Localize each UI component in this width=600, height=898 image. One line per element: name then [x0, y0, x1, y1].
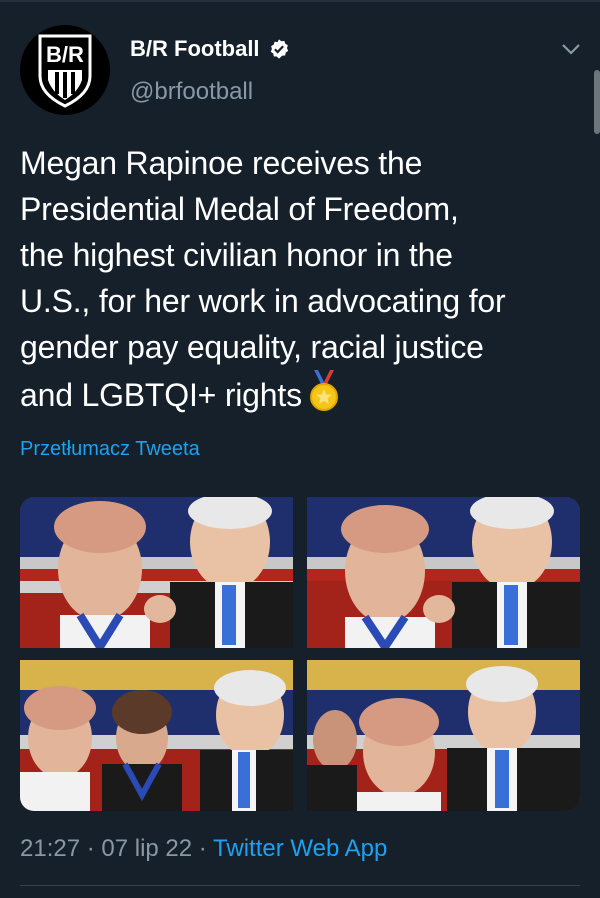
- photo-4-image: [307, 660, 580, 811]
- account-name-row[interactable]: B/R Football: [130, 36, 290, 62]
- meta-separator: ·: [192, 835, 214, 862]
- tweet-text: Megan Rapinoe receives the Presidential …: [20, 140, 595, 418]
- media-grid: [20, 497, 580, 811]
- photo-1[interactable]: [20, 497, 293, 648]
- scrollbar[interactable]: [594, 70, 600, 134]
- tweet-time[interactable]: 21:27: [20, 835, 80, 862]
- photo-1-image: [20, 497, 293, 648]
- sports-medal-icon: [309, 370, 338, 411]
- avatar-logo-text: B/R: [46, 42, 84, 67]
- photo-2-image: [307, 497, 580, 648]
- tweet-date[interactable]: 07 lip 22: [101, 835, 192, 862]
- photo-2[interactable]: [307, 497, 580, 648]
- photo-3[interactable]: [20, 660, 293, 811]
- br-logo-icon: B/R: [38, 34, 92, 108]
- bottom-divider: [20, 885, 580, 886]
- tweet-source-link[interactable]: Twitter Web App: [213, 835, 387, 862]
- meta-separator: ·: [80, 835, 102, 862]
- photo-3-image: [20, 660, 293, 811]
- photo-4[interactable]: [307, 660, 580, 811]
- avatar[interactable]: B/R: [20, 25, 110, 115]
- chevron-down-icon[interactable]: [560, 40, 582, 58]
- top-divider: [0, 0, 600, 2]
- tweet-metadata: 21:27 · 07 lip 22 · Twitter Web App: [20, 835, 387, 863]
- account-name[interactable]: B/R Football: [130, 36, 260, 62]
- account-handle[interactable]: @brfootball: [130, 78, 253, 106]
- translate-tweet-link[interactable]: Przetłumacz Tweeta: [20, 438, 200, 461]
- tweet-body: Megan Rapinoe receives the Presidential …: [20, 145, 506, 413]
- verified-badge-icon: [270, 39, 288, 59]
